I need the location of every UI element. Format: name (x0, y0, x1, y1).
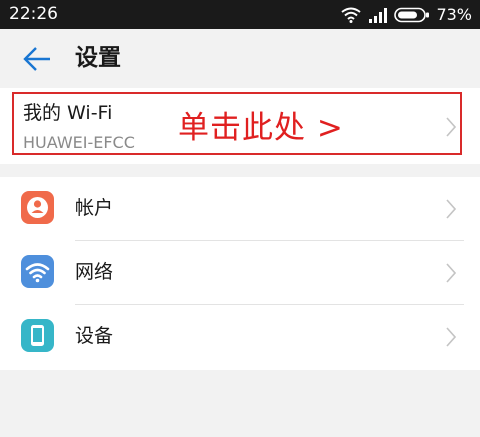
settings-item-account[interactable]: 帐户 (0, 177, 480, 241)
wifi-signal-icon (341, 7, 362, 23)
settings-item-label: 网络 (75, 261, 114, 283)
settings-item-network[interactable]: 网络 (0, 241, 480, 305)
page-title: 设置 (75, 45, 121, 71)
settings-item-label: 设备 (75, 325, 114, 347)
status-time: 22:26 (9, 4, 58, 24)
status-icons: 73% (340, 5, 472, 25)
chevron-right-icon (446, 263, 456, 283)
status-bar: 22:26 73% (0, 0, 480, 29)
settings-list: 帐户 网络 设备 (0, 177, 480, 370)
back-arrow-icon (23, 47, 50, 71)
chevron-right-icon (446, 199, 456, 219)
wifi-icon (21, 255, 54, 288)
account-icon (21, 191, 54, 224)
battery-percentage: 73% (436, 5, 472, 24)
settings-item-device[interactable]: 设备 (0, 305, 480, 369)
back-button[interactable] (14, 43, 54, 75)
battery-icon (394, 7, 430, 23)
cell-signal-icon (369, 8, 388, 23)
chevron-right-icon (446, 327, 456, 347)
device-icon (21, 319, 54, 352)
settings-item-label: 帐户 (75, 197, 114, 219)
app-header: 设置 (0, 29, 480, 87)
highlight-box (12, 92, 462, 155)
